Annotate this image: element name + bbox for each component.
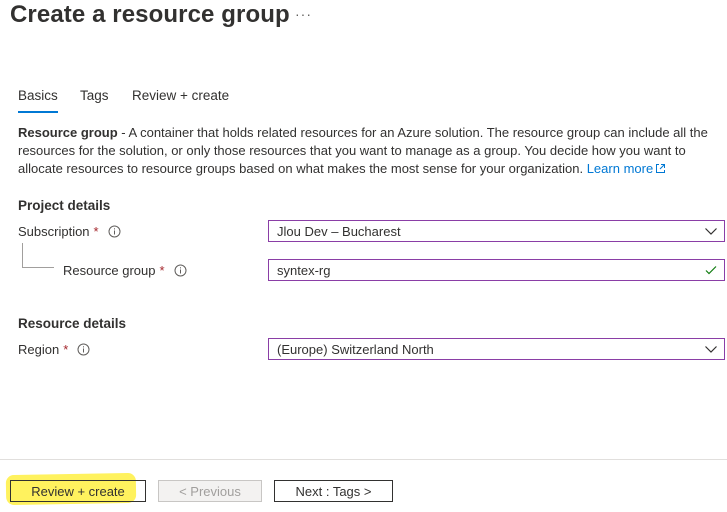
external-link-icon — [655, 161, 666, 179]
subscription-value: Jlou Dev – Bucharest — [277, 223, 401, 239]
more-icon[interactable]: ··· — [295, 6, 312, 22]
description-term: Resource group — [18, 125, 118, 140]
chevron-down-icon — [704, 342, 718, 356]
info-icon[interactable] — [174, 264, 187, 277]
required-marker: * — [93, 224, 99, 239]
resource-group-label: Resource group — [63, 263, 156, 278]
required-marker: * — [159, 263, 165, 278]
learn-more-link[interactable]: Learn more — [587, 161, 666, 176]
resource-group-description: Resource group - A container that holds … — [18, 124, 718, 179]
page-title: Create a resource group — [10, 1, 290, 28]
tab-basics[interactable]: Basics — [18, 88, 58, 103]
subscription-dropdown[interactable]: Jlou Dev – Bucharest — [268, 220, 725, 242]
tab-review-create[interactable]: Review + create — [132, 88, 229, 103]
resource-details-heading: Resource details — [18, 316, 127, 331]
footer-divider — [0, 459, 727, 460]
subscription-label-row: Subscription * — [18, 224, 121, 239]
region-value: (Europe) Switzerland North — [277, 341, 434, 357]
review-create-button[interactable]: Review + create — [10, 480, 146, 502]
learn-more-label: Learn more — [586, 161, 654, 176]
project-details-heading: Project details — [18, 198, 111, 213]
required-marker: * — [63, 342, 69, 357]
region-dropdown[interactable]: (Europe) Switzerland North — [268, 338, 725, 360]
checkmark-icon — [704, 263, 718, 277]
tree-connector-vertical — [22, 243, 23, 267]
previous-button[interactable]: < Previous — [158, 480, 262, 502]
info-icon[interactable] — [77, 343, 90, 356]
next-tags-button[interactable]: Next : Tags > — [274, 480, 393, 502]
resource-group-value: syntex-rg — [277, 262, 331, 278]
resource-group-label-row: Resource group * — [63, 263, 187, 278]
chevron-down-icon — [704, 224, 718, 238]
tab-tags[interactable]: Tags — [80, 88, 109, 103]
active-tab-indicator — [18, 111, 58, 113]
tree-connector-horizontal — [22, 267, 54, 268]
info-icon[interactable] — [108, 225, 121, 238]
region-label: Region — [18, 342, 60, 357]
region-label-row: Region * — [18, 342, 90, 357]
subscription-label: Subscription — [18, 224, 90, 239]
resource-group-input[interactable]: syntex-rg — [268, 259, 725, 281]
